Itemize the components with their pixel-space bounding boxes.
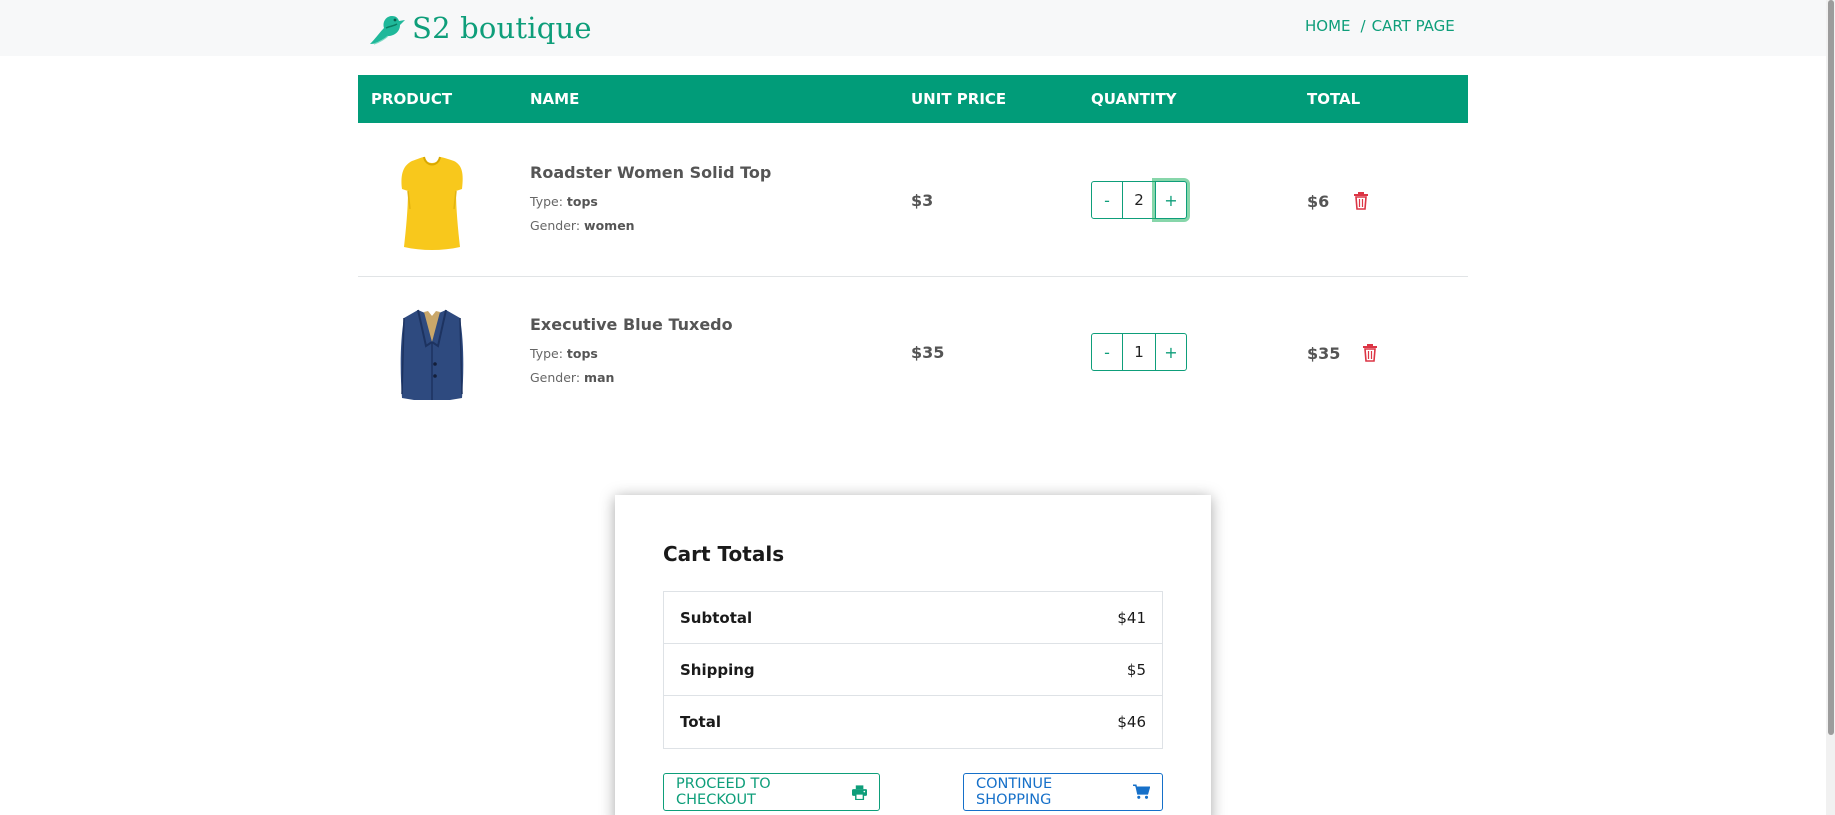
yellow-tshirt-icon — [401, 156, 463, 250]
unit-price: $3 — [911, 191, 934, 210]
column-header-product: PRODUCT — [371, 90, 453, 108]
quantity-stepper: - 1 + — [1091, 333, 1187, 371]
breadcrumb-current: CART PAGE — [1371, 17, 1455, 35]
total-value: $46 — [1117, 713, 1146, 731]
cart-item-row: Roadster Women Solid Top Type: tops Gend… — [358, 125, 1468, 277]
breadcrumb-home-link[interactable]: HOME — [1305, 17, 1351, 35]
column-header-quantity: QUANTITY — [1091, 90, 1177, 108]
subtotal-row: Subtotal $41 — [664, 592, 1162, 644]
cart-totals-table: Subtotal $41 Shipping $5 Total $46 — [663, 591, 1163, 749]
item-total: $35 — [1307, 344, 1341, 363]
quantity-value: 2 — [1123, 181, 1155, 219]
product-type-value: tops — [566, 346, 598, 361]
cart-table-header: PRODUCT NAME UNIT PRICE QUANTITY TOTAL — [358, 75, 1468, 123]
proceed-to-checkout-label: PROCEED TO CHECKOUT — [676, 776, 771, 808]
item-total: $6 — [1307, 192, 1330, 211]
shipping-value: $5 — [1126, 660, 1146, 679]
cart-totals-card: Cart Totals Subtotal $41 Shipping $5 Tot… — [615, 495, 1211, 815]
product-type-label: Type: — [530, 346, 563, 361]
product-name[interactable]: Roadster Women Solid Top — [530, 163, 771, 182]
product-type-label: Type: — [530, 194, 563, 209]
quantity-value: 1 — [1123, 333, 1155, 371]
top-navbar: S2 boutique HOME / CART PAGE — [0, 0, 1835, 56]
printer-icon — [851, 784, 867, 800]
product-gender-label: Gender: — [530, 370, 581, 385]
cart-item-row: Executive Blue Tuxedo Type: tops Gender:… — [358, 278, 1468, 430]
total-row: Total $46 — [664, 696, 1162, 748]
column-header-name: NAME — [530, 90, 580, 108]
shipping-label: Shipping — [680, 660, 755, 679]
trash-icon[interactable] — [1362, 344, 1378, 362]
increase-quantity-button[interactable]: + — [1155, 333, 1187, 371]
unit-price: $35 — [911, 343, 945, 362]
quantity-stepper: - 2 + — [1091, 181, 1187, 219]
subtotal-label: Subtotal — [680, 608, 753, 627]
total-label: Total — [680, 713, 721, 731]
page-scrollbar-thumb[interactable] — [1828, 0, 1834, 735]
breadcrumb-separator: / — [1360, 17, 1366, 35]
column-header-total: TOTAL — [1307, 90, 1361, 108]
product-gender: Gender: man — [530, 370, 614, 385]
brand-logo[interactable]: S2 boutique — [366, 8, 592, 48]
product-type-value: tops — [566, 194, 598, 209]
product-gender-value: women — [584, 218, 635, 233]
shipping-row: Shipping $5 — [664, 644, 1162, 696]
product-name[interactable]: Executive Blue Tuxedo — [530, 315, 733, 334]
blue-blazer-icon — [400, 309, 464, 400]
increase-quantity-button[interactable]: + — [1155, 181, 1187, 219]
continue-shopping-label: CONTINUE SHOPPING — [976, 776, 1053, 808]
decrease-quantity-button[interactable]: - — [1091, 333, 1123, 371]
column-header-unit-price: UNIT PRICE — [911, 90, 1007, 108]
proceed-to-checkout-button[interactable]: PROCEED TO CHECKOUT — [663, 773, 880, 811]
subtotal-value: $41 — [1117, 608, 1146, 627]
breadcrumb: HOME / CART PAGE — [1305, 17, 1455, 35]
brand-name: S2 boutique — [412, 11, 592, 45]
product-type: Type: tops — [530, 346, 598, 361]
product-gender-value: man — [584, 370, 615, 385]
shopping-cart-icon — [1132, 784, 1150, 799]
trash-icon[interactable] — [1353, 192, 1369, 210]
decrease-quantity-button[interactable]: - — [1091, 181, 1123, 219]
product-gender-label: Gender: — [530, 218, 581, 233]
continue-shopping-button[interactable]: CONTINUE SHOPPING — [963, 773, 1163, 811]
bird-logo-icon — [370, 16, 405, 45]
product-type: Type: tops — [530, 194, 598, 209]
cart-totals-title: Cart Totals — [663, 542, 785, 566]
product-gender: Gender: women — [530, 218, 635, 233]
